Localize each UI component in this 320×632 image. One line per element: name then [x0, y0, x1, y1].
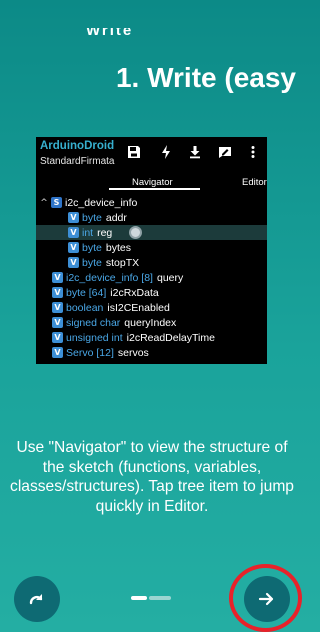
tree-item-name: query: [156, 271, 184, 284]
tree-item-i2crxdata[interactable]: V byte [64] i2cRxData: [36, 285, 267, 300]
download-icon[interactable]: [188, 145, 202, 159]
tree-item-name: stopTX: [105, 256, 140, 269]
variable-badge-icon: V: [52, 287, 63, 298]
tree-item-type: Servo [12]: [66, 346, 114, 359]
previous-title-fragment: Write: [86, 28, 226, 38]
tree-item-name: addr: [105, 211, 127, 224]
tree-item-name: bytes: [105, 241, 131, 254]
tree-item-isi2cenabled[interactable]: V boolean isI2CEnabled: [36, 300, 267, 315]
tree-item-name: reg: [97, 226, 113, 239]
tree-item-type: boolean: [66, 301, 104, 314]
variable-badge-icon: V: [52, 317, 63, 328]
tree-item-name: queryIndex: [124, 316, 177, 329]
tree-item-servos[interactable]: V Servo [12] servos: [36, 345, 267, 360]
tree-item-type: byte: [82, 211, 102, 224]
tree-item-type: byte: [82, 256, 102, 269]
tree-item-name: i2cRxData: [110, 286, 159, 299]
tree-item-bytes[interactable]: V byte bytes: [36, 240, 267, 255]
variable-badge-icon: V: [68, 227, 79, 238]
app-screenshot: ArduinoDroid StandardFirmata Navigator E…: [36, 137, 267, 364]
page-title-text: 1. Write (easy: [115, 62, 297, 93]
variable-badge-icon: V: [52, 347, 63, 358]
variable-badge-icon: V: [52, 302, 63, 313]
page-indicator: [131, 596, 173, 600]
tutorial-description: Use "Navigator" to view the structure of…: [10, 439, 294, 515]
app-toolbar: ArduinoDroid StandardFirmata Navigator E…: [36, 137, 267, 190]
tree-item-name: servos: [117, 346, 149, 359]
tree-item-i2creaddelaytime[interactable]: V unsigned int i2cReadDelayTime: [36, 330, 267, 345]
save-icon[interactable]: [127, 145, 141, 159]
tree-item-type: int: [82, 226, 94, 239]
tree-item-name: i2cReadDelayTime: [126, 331, 215, 344]
tree-item-queryindex[interactable]: V signed char queryIndex: [36, 315, 267, 330]
more-vert-icon[interactable]: [246, 145, 260, 159]
redo-icon: [29, 594, 43, 605]
tree-item-addr[interactable]: V byte addr: [36, 210, 267, 225]
tab-editor[interactable]: Editor: [242, 177, 267, 188]
touch-indicator: [129, 226, 142, 239]
tree-item-name: i2c_device_info: [65, 196, 138, 209]
tree-item-type: unsigned int: [66, 331, 123, 344]
chevron-up-icon[interactable]: ^: [39, 198, 49, 208]
active-tab-indicator: [109, 188, 200, 190]
variable-badge-icon: V: [68, 242, 79, 253]
redo-button[interactable]: [14, 576, 60, 622]
tree-item-type: i2c_device_info [8]: [66, 271, 153, 284]
variable-badge-icon: V: [52, 332, 63, 343]
page-indicator-inactive: [149, 596, 171, 600]
tree-item-query[interactable]: V i2c_device_info [8] query: [36, 270, 267, 285]
previous-title-text: Write: [86, 28, 134, 38]
tree-item-type: byte: [82, 241, 102, 254]
variable-badge-icon: V: [68, 212, 79, 223]
page-title: 1. Write (easy: [0, 62, 304, 94]
sketch-name: StandardFirmata: [40, 156, 115, 167]
highlight-ring: [229, 564, 302, 632]
tree-item-stoptx[interactable]: V byte stopTX: [36, 255, 267, 270]
variable-badge-icon: V: [52, 272, 63, 283]
edit-icon[interactable]: [218, 145, 232, 159]
tree-item-type: signed char: [66, 316, 121, 329]
tree-item-name: isI2CEnabled: [107, 301, 170, 314]
tree-item-i2c-device-info[interactable]: ^ S i2c_device_info: [36, 195, 267, 210]
tree-item-type: byte [64]: [66, 286, 107, 299]
tab-navigator[interactable]: Navigator: [132, 177, 173, 188]
struct-badge-icon: S: [51, 197, 62, 208]
page-indicator-active: [131, 596, 147, 600]
tree-item-reg[interactable]: V int reg: [36, 225, 267, 240]
app-name: ArduinoDroid: [40, 140, 115, 152]
flash-icon[interactable]: [159, 145, 173, 159]
variable-badge-icon: V: [68, 257, 79, 268]
